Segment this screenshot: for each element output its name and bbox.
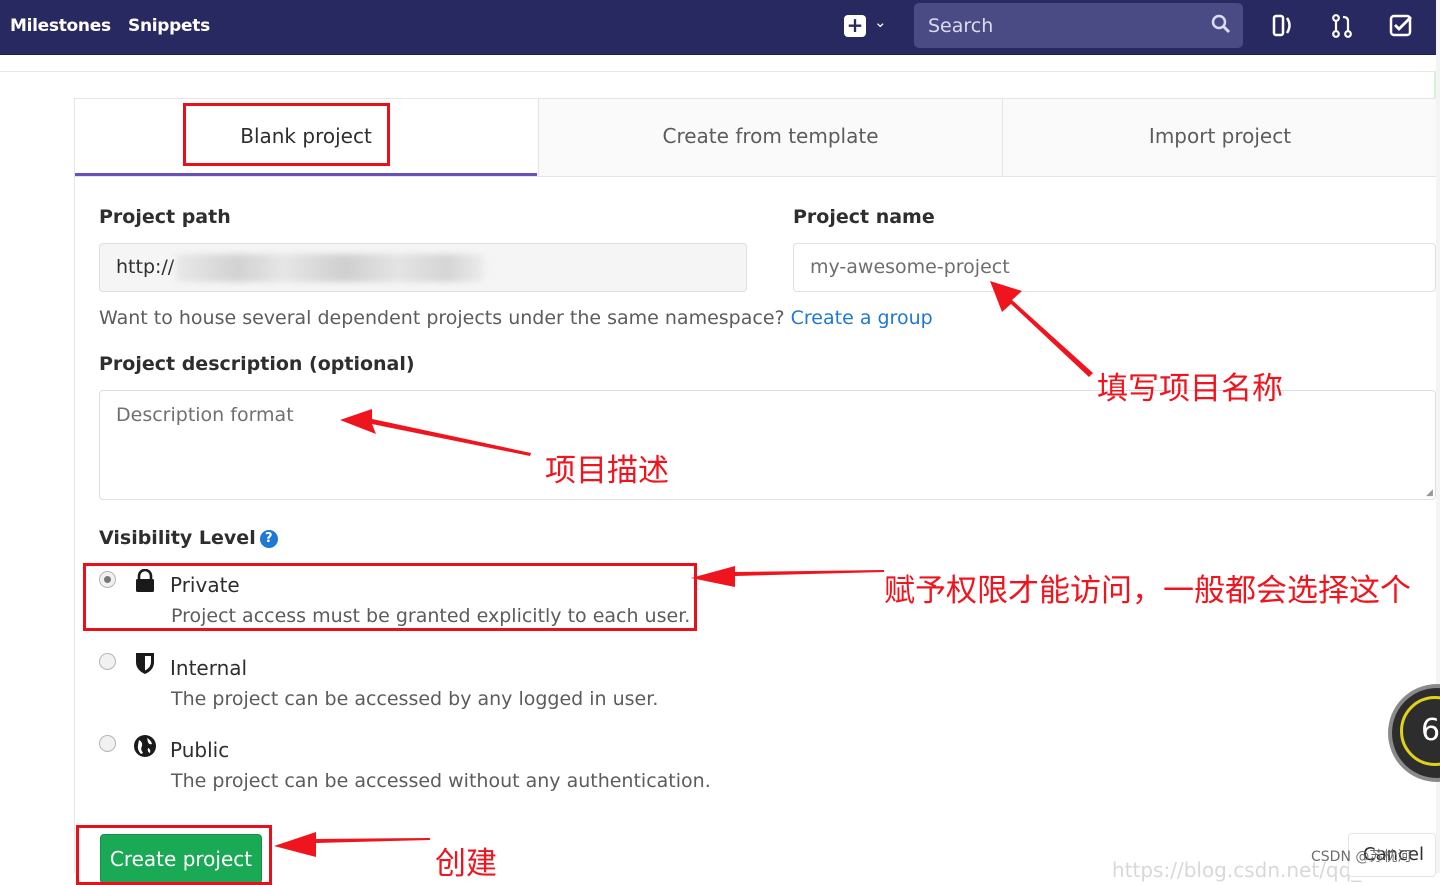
merge-request-icon[interactable]: [1328, 12, 1356, 40]
top-navbar: Milestones Snippets + ⌄ Search: [0, 0, 1436, 55]
issues-check-icon[interactable]: [1387, 12, 1415, 40]
chevron-down-icon[interactable]: ⌄: [874, 13, 887, 31]
visibility-public-title: Public: [170, 738, 230, 762]
description-placeholder: Description format: [116, 404, 294, 426]
redacted-namespace: [176, 254, 484, 282]
question-circle-icon[interactable]: ?: [259, 530, 278, 548]
description-label: Project description (optional): [99, 353, 415, 375]
group-help-text: Want to house several dependent projects…: [99, 307, 933, 329]
project-name-label: Project name: [793, 206, 935, 228]
badge-number: 6: [1400, 696, 1440, 766]
project-path-label: Project path: [99, 206, 231, 228]
radio-public[interactable]: [99, 735, 116, 752]
radio-internal[interactable]: [99, 653, 116, 670]
create-group-link[interactable]: Create a group: [791, 307, 933, 329]
project-name-input[interactable]: my-awesome-project: [793, 243, 1436, 292]
highlight-create-button: [76, 825, 272, 885]
nav-snippets-link[interactable]: Snippets: [128, 16, 210, 36]
nav-milestones-link[interactable]: Milestones: [10, 16, 111, 36]
visibility-label: Visibility Level?: [99, 527, 278, 549]
tab-create-from-template[interactable]: Create from template: [538, 99, 1002, 176]
arrow-private: [691, 566, 884, 587]
project-path-value: http://: [116, 256, 175, 278]
floating-badge[interactable]: 6: [1392, 688, 1440, 778]
highlight-blank-project: [183, 103, 390, 166]
resize-handle-icon[interactable]: ◢: [1426, 488, 1433, 498]
visibility-internal-desc: The project can be accessed by any logge…: [171, 688, 659, 710]
search-icon: [1211, 14, 1231, 34]
arrow-project-name: [990, 281, 1093, 377]
search-placeholder: Search: [928, 15, 994, 37]
annotation-description: 项目描述: [545, 453, 669, 489]
divider: [0, 71, 1436, 72]
panel-border: [74, 98, 75, 873]
annotation-create: 创建: [435, 846, 497, 882]
tab-import-project[interactable]: Import project: [1002, 99, 1437, 176]
annotation-private: 赋予权限才能访问，一般都会选择这个: [884, 573, 1411, 609]
globe-icon: [134, 735, 156, 757]
annotation-project-name: 填写项目名称: [1097, 371, 1283, 407]
visibility-internal-title: Internal: [170, 656, 248, 680]
todos-icon[interactable]: [1270, 12, 1298, 40]
search-input[interactable]: Search: [914, 3, 1243, 48]
shield-icon: [136, 653, 154, 674]
visibility-label-text: Visibility Level: [99, 527, 256, 549]
highlight-private-option: [83, 563, 697, 631]
plus-square-icon[interactable]: +: [844, 15, 866, 37]
csdn-watermark: CSDN @苏枕河: [1311, 849, 1412, 865]
group-help-question: Want to house several dependent projects…: [99, 307, 785, 329]
project-name-placeholder: my-awesome-project: [810, 256, 1010, 278]
arrow-create: [274, 832, 430, 857]
visibility-public-desc: The project can be accessed without any …: [171, 770, 711, 792]
